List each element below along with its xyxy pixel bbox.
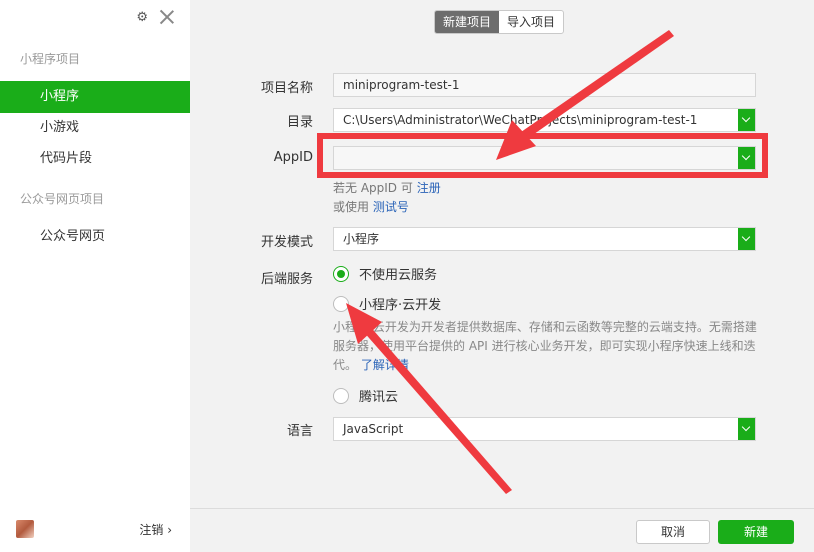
logout-button[interactable]: 注销 ›: [139, 521, 172, 538]
backend-label: 后端服务: [260, 272, 313, 287]
section-miniprogram-projects: 小程序项目: [20, 52, 81, 66]
sidebar-footer: 注销 ›: [0, 508, 190, 552]
project-name-input[interactable]: miniprogram-test-1: [333, 73, 756, 97]
appid-test-hint-text: 或使用: [333, 200, 370, 214]
language-select[interactable]: JavaScript: [333, 417, 756, 441]
create-button[interactable]: 新建: [718, 520, 794, 544]
section-official-account-projects: 公众号网页项目: [20, 192, 105, 206]
chevron-down-icon[interactable]: [738, 228, 755, 250]
gear-icon[interactable]: ⚙: [136, 10, 148, 25]
cancel-button[interactable]: 取消: [636, 520, 710, 544]
appid-register-hint-text: 若无 AppID 可: [333, 181, 413, 195]
appid-label: AppID: [273, 150, 313, 165]
project-name-label: 项目名称: [260, 81, 313, 96]
radio-no-cloud-label: 不使用云服务: [359, 268, 438, 283]
dev-mode-label: 开发模式: [260, 235, 313, 250]
tab-import-project[interactable]: 导入项目: [499, 11, 563, 33]
directory-value: C:\Users\Administrator\WeChatProjects\mi…: [343, 113, 698, 127]
radio-cloud-dev[interactable]: 小程序·云开发: [333, 294, 441, 313]
radio-unchecked-icon[interactable]: [333, 387, 349, 404]
radio-cloud-dev-label: 小程序·云开发: [359, 298, 442, 313]
test-account-link[interactable]: 测试号: [373, 200, 409, 214]
annotation-highlight-box: [317, 133, 768, 178]
avatar[interactable]: [16, 520, 34, 538]
close-icon[interactable]: [158, 8, 176, 26]
language-label: 语言: [286, 424, 313, 439]
appid-register-hint: 若无 AppID 可 注册: [333, 179, 441, 196]
sidebar-item-minigame[interactable]: 小游戏: [0, 112, 190, 144]
footer: 取消 新建: [190, 508, 814, 552]
chevron-down-icon[interactable]: [738, 418, 755, 440]
sidebar: ⚙ 小程序项目 小程序 小游戏 代码片段 公众号网页项目 公众号网页 注销 ›: [0, 0, 190, 552]
appid-test-hint: 或使用 测试号: [333, 198, 409, 215]
cloud-dev-description: 小程序·云开发为开发者提供数据库、存储和云函数等完整的云端支持。无需搭建服务器，…: [333, 318, 758, 375]
radio-tencent-cloud-label: 腾讯云: [359, 390, 399, 405]
radio-no-cloud[interactable]: 不使用云服务: [333, 264, 437, 283]
dev-mode-value: 小程序: [343, 232, 380, 246]
language-value: JavaScript: [343, 422, 404, 436]
radio-unchecked-icon[interactable]: [333, 295, 349, 312]
directory-select[interactable]: C:\Users\Administrator\WeChatProjects\mi…: [333, 108, 756, 132]
radio-tencent-cloud[interactable]: 腾讯云: [333, 386, 398, 405]
register-link[interactable]: 注册: [417, 181, 441, 195]
sidebar-item-miniprogram[interactable]: 小程序: [0, 81, 190, 113]
radio-checked-icon[interactable]: [333, 265, 349, 282]
project-tabs: 新建项目 导入项目: [434, 10, 565, 34]
tab-new-project[interactable]: 新建项目: [435, 11, 500, 33]
chevron-down-icon[interactable]: [738, 109, 755, 131]
dev-mode-select[interactable]: 小程序: [333, 227, 756, 251]
sidebar-item-code-snippet[interactable]: 代码片段: [0, 143, 190, 175]
directory-label: 目录: [286, 115, 313, 130]
sidebar-item-official-account-web[interactable]: 公众号网页: [0, 221, 190, 253]
window-controls: ⚙: [136, 8, 176, 26]
learn-more-link[interactable]: 了解详情: [361, 358, 409, 372]
